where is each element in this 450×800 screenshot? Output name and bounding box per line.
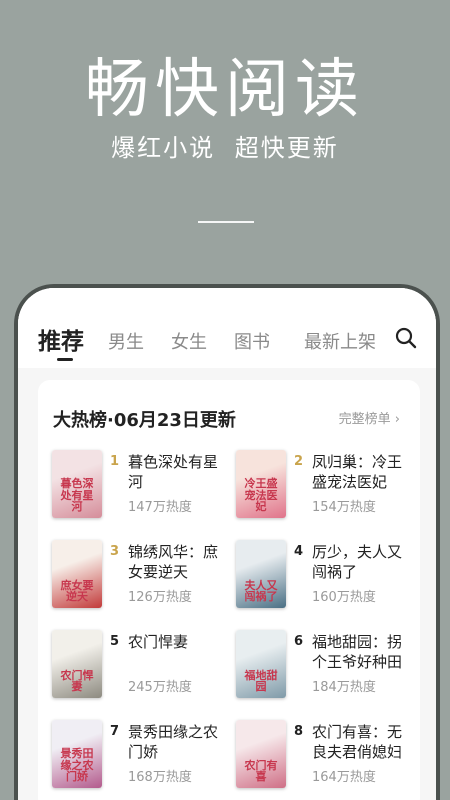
book-title: 农门有喜：无良夫君俏媳妇 [312, 723, 403, 761]
book-item[interactable]: 农门悍妻 5 农门悍妻 245万热度 [52, 630, 232, 710]
cover-title: 庶女要逆天 [60, 578, 94, 604]
cover-title: 农门有喜 [244, 758, 278, 784]
book-item[interactable]: 庶女要逆天 3 锦绣风华：庶女要逆天 126万热度 [52, 540, 232, 620]
rank-number: 8 [294, 724, 304, 739]
book-cover: 暮色深处有星河 [52, 450, 102, 518]
book-item[interactable]: 农门有喜 8 农门有喜：无良夫君俏媳妇 164万热度 [236, 720, 416, 800]
book-cover: 庶女要逆天 [52, 540, 102, 608]
rank-number: 4 [294, 544, 304, 559]
book-cover: 冷王盛宠法医妃 [236, 450, 286, 518]
tab-active-indicator [57, 358, 73, 361]
book-heat: 168万热度 [128, 770, 192, 785]
cover-title: 农门悍妻 [60, 668, 94, 694]
book-heat: 154万热度 [312, 500, 376, 515]
cover-title: 冷王盛宠法医妃 [244, 477, 278, 514]
cover-title: 夫人又闯祸了 [244, 578, 278, 604]
book-cover: 景秀田缘之农门娇 [52, 720, 102, 788]
book-title: 凤归巢：冷王盛宠法医妃 [312, 453, 403, 491]
rank-number: 2 [294, 454, 304, 469]
phone-frame: 推荐 男生 女生 图书 最新上架 大热榜·06月23日更新 完整榜单 › 暮色深… [14, 284, 440, 800]
cover-title: 暮色深处有星河 [60, 477, 94, 514]
tab-books[interactable]: 图书 [234, 328, 270, 354]
book-cover: 农门悍妻 [52, 630, 102, 698]
book-title: 农门悍妻 [128, 633, 189, 651]
hero-subtitle: 爆红小说 超快更新 [111, 134, 339, 162]
book-title: 景秀田缘之农门娇 [128, 723, 219, 761]
rank-number: 1 [110, 454, 120, 469]
book-item[interactable]: 福地甜园 6 福地甜园：拐个王爷好种田 184万热度 [236, 630, 416, 710]
book-item[interactable]: 夫人又闯祸了 4 厉少，夫人又闯祸了 160万热度 [236, 540, 416, 620]
book-title: 福地甜园：拐个王爷好种田 [312, 633, 403, 671]
book-heat: 245万热度 [128, 680, 192, 695]
book-heat: 160万热度 [312, 590, 376, 605]
cover-title: 景秀田缘之农门娇 [60, 747, 94, 784]
book-cover: 夫人又闯祸了 [236, 540, 286, 608]
book-title: 厉少，夫人又闯祸了 [312, 543, 403, 581]
book-item[interactable]: 景秀田缘之农门娇 7 景秀田缘之农门娇 168万热度 [52, 720, 232, 800]
ranking-title: 大热榜·06月23日更新 [53, 410, 236, 431]
tab-recommend[interactable]: 推荐 [38, 322, 84, 356]
book-item[interactable]: 暮色深处有星河 1 暮色深处有星河 147万热度 [52, 450, 232, 530]
hero-title: 畅快阅读 [85, 53, 365, 127]
book-title: 暮色深处有星河 [128, 453, 219, 491]
category-tabs: 推荐 男生 女生 图书 最新上架 [18, 288, 436, 368]
tab-male[interactable]: 男生 [108, 328, 144, 354]
rank-number: 5 [110, 634, 120, 649]
rank-number: 6 [294, 634, 304, 649]
tab-new-arrivals[interactable]: 最新上架 [304, 328, 376, 354]
cover-title: 福地甜园 [244, 668, 278, 694]
hot-ranking-card: 大热榜·06月23日更新 完整榜单 › 暮色深处有星河 1 暮色深处有星河 14… [38, 380, 420, 800]
book-heat: 184万热度 [312, 680, 376, 695]
book-heat: 126万热度 [128, 590, 192, 605]
book-heat: 147万热度 [128, 500, 192, 515]
book-heat: 164万热度 [312, 770, 376, 785]
hero-divider [198, 221, 254, 223]
book-cover: 农门有喜 [236, 720, 286, 788]
rank-number: 3 [110, 544, 120, 559]
book-item[interactable]: 冷王盛宠法医妃 2 凤归巢：冷王盛宠法医妃 154万热度 [236, 450, 416, 530]
app-screen: 推荐 男生 女生 图书 最新上架 大热榜·06月23日更新 完整榜单 › 暮色深… [18, 288, 436, 800]
rank-number: 7 [110, 724, 120, 739]
full-ranking-link[interactable]: 完整榜单 › [339, 408, 400, 427]
book-cover: 福地甜园 [236, 630, 286, 698]
book-title: 锦绣风华：庶女要逆天 [128, 543, 219, 581]
search-icon[interactable] [394, 326, 418, 350]
tab-female[interactable]: 女生 [171, 328, 207, 354]
